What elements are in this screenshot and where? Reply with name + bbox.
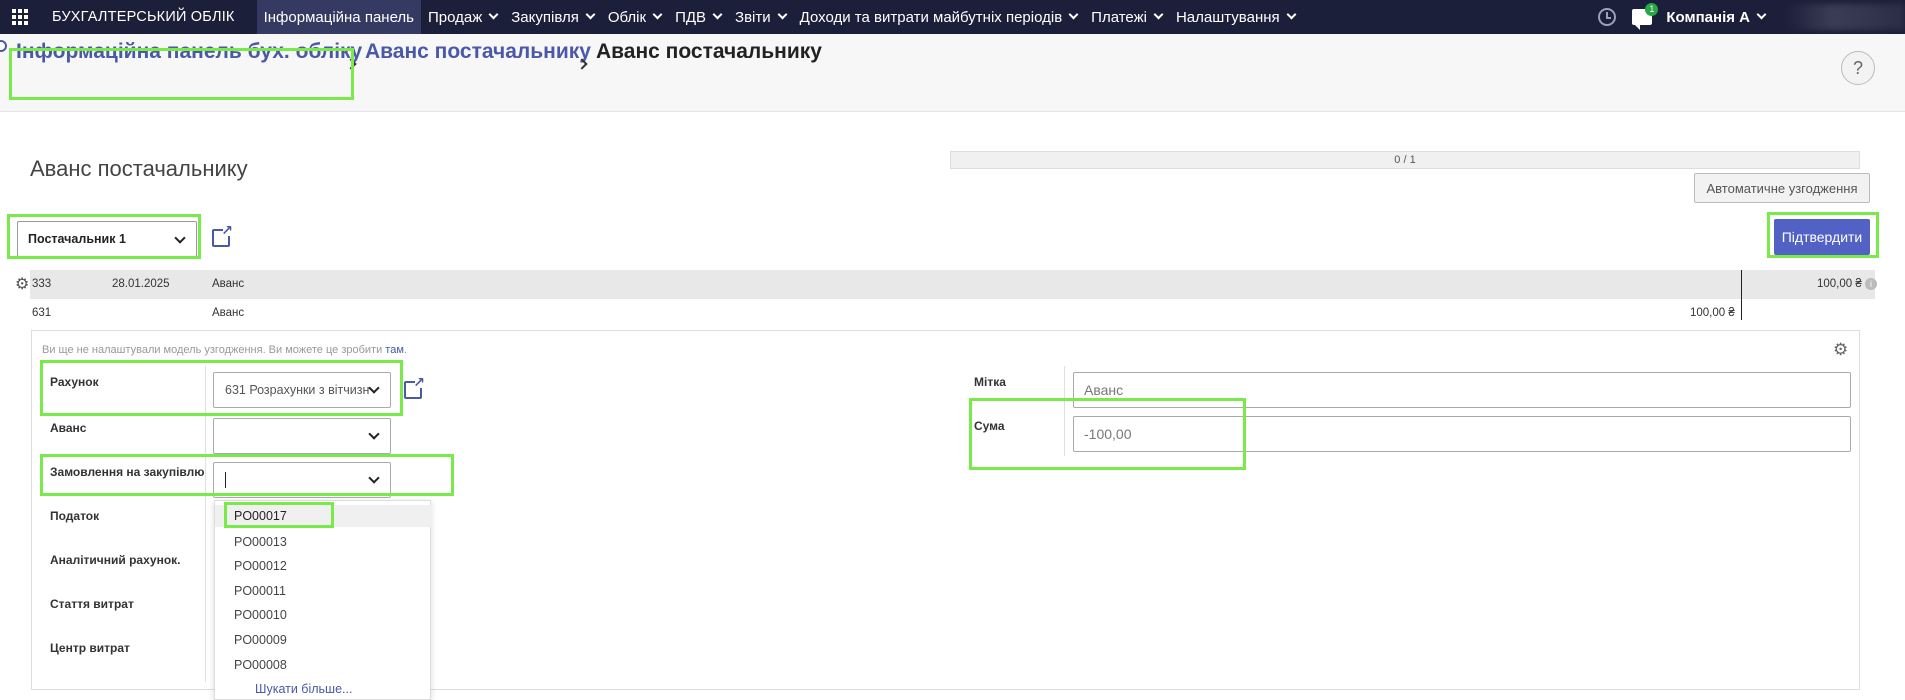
account-label: Рахунок bbox=[50, 375, 99, 389]
nav-item-reports[interactable]: Звіти bbox=[728, 0, 793, 34]
chevron-down-icon bbox=[777, 9, 788, 20]
chevron-down-icon bbox=[1286, 9, 1297, 20]
chat-badge: 1 bbox=[1645, 3, 1659, 16]
line-date: 28.01.2025 bbox=[112, 278, 170, 290]
counterpart-line[interactable]: 631 Аванс 100,00 ₴ bbox=[30, 299, 1875, 328]
line-account: 631 bbox=[32, 307, 52, 319]
text-cursor bbox=[225, 472, 226, 488]
dropdown-option[interactable]: PO00010 bbox=[234, 608, 287, 622]
progress-bar: 0 / 1 bbox=[950, 151, 1860, 169]
account-select[interactable]: 631 Розрахунки з вітчизн bbox=[213, 372, 391, 408]
top-navbar: БУХГАЛТЕРСЬКИЙ ОБЛІК Інформаційна панель… bbox=[0, 0, 1905, 34]
nav-item-purchases[interactable]: Закупівля bbox=[504, 0, 601, 34]
chevron-down-icon bbox=[1068, 9, 1079, 20]
line-account: 333 bbox=[32, 278, 52, 290]
notice-link[interactable]: там bbox=[385, 344, 404, 356]
tax-label: Податок bbox=[50, 509, 100, 523]
purchase-order-dropdown: PO00017 PO00013 PO00012 PO00011 PO00010 … bbox=[214, 500, 432, 700]
confirm-button[interactable]: Підтвердити bbox=[1774, 219, 1870, 255]
company-switcher[interactable]: Компанія А bbox=[1666, 9, 1767, 26]
search-more-link[interactable]: Шукати більше... bbox=[255, 682, 352, 696]
partner-select[interactable]: Постачальник 1 bbox=[17, 221, 197, 257]
line-label: Аванс bbox=[212, 307, 245, 319]
statement-line[interactable]: 333 28.01.2025 Аванс 100,00 ₴ bbox=[30, 270, 1875, 299]
chevron-down-icon bbox=[368, 382, 380, 394]
chevron-down-icon bbox=[488, 9, 499, 20]
column-divider bbox=[1741, 270, 1742, 320]
line-amount: 100,00 ₴ bbox=[1817, 278, 1862, 290]
nav-item-sales[interactable]: Продаж bbox=[421, 0, 504, 34]
line-amount: 100,00 ₴ bbox=[1690, 307, 1735, 319]
breadcrumb-current: Аванс постачальнику bbox=[596, 40, 822, 63]
nav-item-vat[interactable]: ПДВ bbox=[668, 0, 728, 34]
dropdown-option[interactable]: PO00017 bbox=[215, 505, 432, 527]
advance-label: Аванс bbox=[50, 421, 87, 435]
chevron-down-icon bbox=[712, 9, 723, 20]
nav-item-payments[interactable]: Платежі bbox=[1084, 0, 1169, 34]
auto-reconcile-button[interactable]: Автоматичне узгодження bbox=[1694, 173, 1870, 203]
chevron-down-icon bbox=[585, 9, 596, 20]
progress-text: 0 / 1 bbox=[1394, 154, 1416, 166]
clock-icon[interactable] bbox=[1598, 8, 1617, 26]
chevron-down-icon bbox=[1153, 9, 1164, 20]
field-divider bbox=[205, 366, 206, 682]
help-button[interactable]: ? bbox=[1841, 51, 1875, 85]
dropdown-option[interactable]: PO00008 bbox=[234, 658, 287, 672]
nav-item-settings[interactable]: Налаштування bbox=[1169, 0, 1302, 34]
info-icon[interactable]: i bbox=[1865, 278, 1877, 290]
amount-input[interactable]: -100,00 bbox=[1073, 416, 1851, 452]
gear-icon[interactable]: ⚙ bbox=[15, 274, 29, 294]
app-brand[interactable]: БУХГАЛТЕРСЬКИЙ ОБЛІК bbox=[40, 9, 257, 25]
page-title: Аванс постачальнику bbox=[30, 156, 248, 181]
dropdown-option[interactable]: PO00009 bbox=[234, 633, 287, 647]
cost-center-label: Центр витрат bbox=[50, 641, 130, 655]
breadcrumb-dashboard-link[interactable]: Інформаційна панель бух. обліку bbox=[16, 40, 362, 64]
chevron-down-icon bbox=[368, 472, 380, 484]
chevron-down-icon bbox=[652, 9, 663, 20]
nav-item-dashboard[interactable]: Інформаційна панель bbox=[256, 0, 421, 34]
chat-icon[interactable]: 1 bbox=[1632, 3, 1659, 30]
chevron-down-icon bbox=[174, 232, 186, 244]
model-notice: Ви ще не налаштували модель узгодження. … bbox=[42, 344, 407, 356]
external-link-icon[interactable] bbox=[404, 374, 425, 399]
tag-label: Мітка bbox=[974, 375, 1006, 389]
dropdown-option[interactable]: PO00012 bbox=[234, 559, 287, 573]
advance-select[interactable] bbox=[213, 418, 391, 454]
field-divider bbox=[1064, 366, 1065, 456]
tag-input[interactable]: Аванс bbox=[1073, 372, 1851, 408]
apps-grid-icon[interactable] bbox=[0, 0, 40, 34]
user-menu-blurred[interactable] bbox=[1785, 4, 1905, 30]
external-link-icon[interactable] bbox=[212, 222, 233, 247]
expense-item-label: Стаття витрат bbox=[50, 597, 134, 611]
gear-icon[interactable]: ⚙ bbox=[1833, 340, 1848, 360]
nav-item-accounting[interactable]: Облік bbox=[601, 0, 668, 34]
line-label: Аванс bbox=[212, 278, 245, 290]
amount-label: Сума bbox=[974, 419, 1005, 433]
purchase-order-input[interactable] bbox=[213, 462, 391, 498]
chevron-down-icon bbox=[368, 428, 380, 440]
nav-item-deferred[interactable]: Доходи та витрати майбутніх періодів bbox=[793, 0, 1085, 34]
dropdown-option[interactable]: PO00013 bbox=[234, 535, 287, 549]
dropdown-option[interactable]: PO00011 bbox=[234, 584, 286, 598]
chevron-down-icon bbox=[1756, 9, 1767, 20]
purchase-order-label: Замовлення на закупівлю bbox=[50, 465, 205, 479]
breadcrumb-advance-link[interactable]: Аванс постачальнику bbox=[365, 40, 591, 64]
analytic-label: Аналітичний рахунок. bbox=[50, 553, 181, 567]
